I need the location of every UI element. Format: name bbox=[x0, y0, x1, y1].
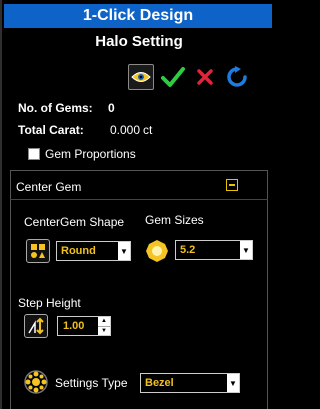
total-carat-row: Total Carat: 0.000 ct bbox=[18, 123, 152, 137]
group-divider bbox=[10, 199, 268, 200]
gem-sizes-label: Gem Sizes bbox=[145, 213, 204, 227]
gem-icon bbox=[146, 240, 168, 262]
eye-icon bbox=[131, 72, 151, 82]
refresh-button[interactable] bbox=[224, 64, 250, 90]
chevron-up-icon[interactable]: ▲ bbox=[98, 317, 110, 327]
settings-type-icon-button[interactable] bbox=[22, 368, 50, 396]
gem-size-icon-button[interactable] bbox=[145, 239, 169, 263]
chevron-down-icon: ▼ bbox=[240, 241, 252, 259]
chevron-down-icon: ▼ bbox=[227, 374, 239, 392]
gem-count-label: No. of Gems: bbox=[18, 101, 93, 115]
gem-size-select[interactable]: 5.2 ▼ bbox=[175, 240, 253, 260]
gem-size-value: 5.2 bbox=[180, 244, 196, 256]
step-height-spinner[interactable]: 1.00 ▲ ▼ bbox=[57, 316, 111, 336]
carat-unit: ct bbox=[143, 123, 153, 137]
apply-button[interactable] bbox=[160, 64, 186, 90]
panel-title-bar: 1-Click Design bbox=[4, 4, 272, 28]
center-gem-shape-label: CenterGem Shape bbox=[24, 215, 125, 229]
settings-type-select[interactable]: Bezel ▼ bbox=[140, 373, 240, 393]
gem-count-row: No. of Gems: 0 bbox=[18, 101, 115, 115]
shape-icon bbox=[31, 244, 45, 258]
step-height-value: 1.00 bbox=[63, 320, 85, 332]
step-height-icon bbox=[28, 317, 44, 335]
gem-proportions-label: Gem Proportions bbox=[45, 147, 136, 161]
step-height-label: Step Height bbox=[18, 296, 81, 310]
center-gem-title: Center Gem bbox=[16, 180, 82, 194]
halo-setting-panel: 1-Click Design Halo Setting No. of Gems:… bbox=[0, 0, 274, 409]
collapse-button[interactable] bbox=[226, 179, 238, 191]
gem-count-value: 0 bbox=[108, 101, 115, 115]
action-toolbar bbox=[128, 64, 250, 90]
total-carat-value: 0.000 bbox=[110, 123, 141, 137]
gem-proportions-row[interactable]: Gem Proportions bbox=[28, 147, 136, 161]
gem-proportions-checkbox[interactable] bbox=[28, 148, 40, 160]
shape-select[interactable]: Round ▼ bbox=[56, 241, 131, 261]
step-height-icon-button[interactable] bbox=[24, 314, 48, 338]
close-icon bbox=[197, 69, 213, 85]
chevron-down-icon: ▼ bbox=[118, 242, 130, 260]
settings-type-label: Settings Type bbox=[55, 376, 128, 390]
preview-button[interactable] bbox=[128, 64, 154, 90]
panel-subtitle: Halo Setting bbox=[95, 33, 183, 50]
shape-select-value: Round bbox=[61, 245, 96, 257]
check-icon bbox=[161, 67, 185, 87]
cancel-button[interactable] bbox=[192, 64, 218, 90]
shape-picker-button[interactable] bbox=[26, 239, 50, 263]
chevron-down-icon[interactable]: ▼ bbox=[98, 327, 110, 336]
setting-prongs-icon bbox=[24, 370, 48, 394]
refresh-icon bbox=[227, 66, 247, 87]
spinner-arrows[interactable]: ▲ ▼ bbox=[98, 317, 110, 335]
total-carat-label: Total Carat: bbox=[18, 123, 84, 137]
settings-type-value: Bezel bbox=[145, 377, 174, 389]
